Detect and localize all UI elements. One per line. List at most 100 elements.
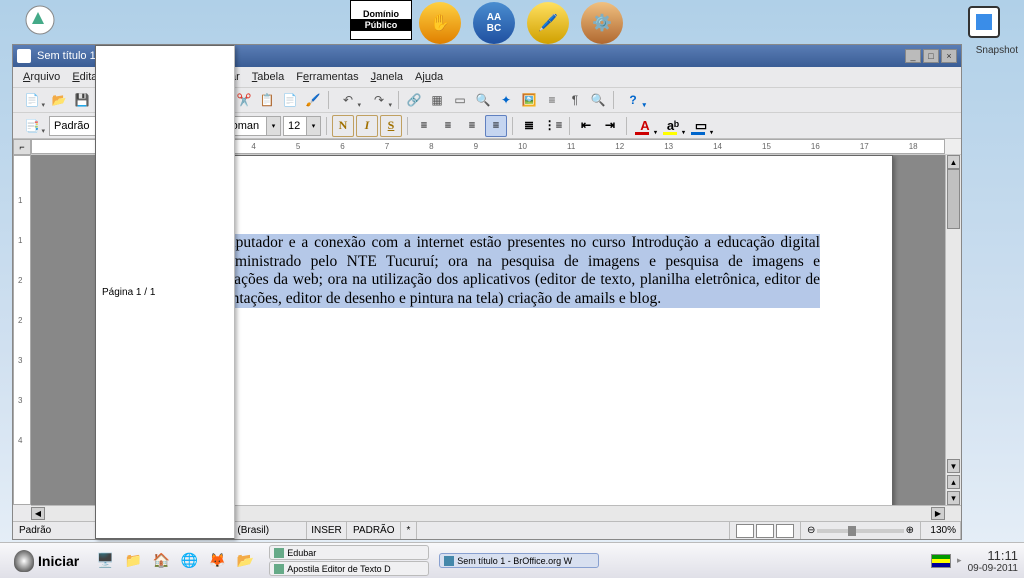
scroll-down-button[interactable]: ▼ — [947, 459, 960, 473]
gallery-button[interactable]: 🖼️ — [518, 89, 540, 111]
menu-arquivo[interactable]: Arquivo — [17, 69, 66, 85]
start-button[interactable]: Iniciar — [6, 548, 87, 574]
cut-button[interactable]: ✂️ — [233, 89, 255, 111]
nonprinting-button[interactable]: ¶ — [564, 89, 586, 111]
ql-files-icon[interactable]: 📁 — [121, 549, 145, 573]
datasources-button[interactable]: ≡ — [541, 89, 563, 111]
task-icon — [274, 564, 284, 574]
scroll-thumb[interactable] — [947, 169, 960, 229]
view-multi-icon[interactable] — [756, 524, 774, 538]
dominio-publico-icon[interactable]: Domínio Público — [350, 0, 412, 40]
find-button[interactable]: 🔍 — [472, 89, 494, 111]
highlight-color-button[interactable]: aᵇ — [660, 115, 686, 137]
document-text-selection[interactable]: O computador e a conexão com a internet … — [192, 234, 820, 308]
dominio-text-top: Domínio — [363, 9, 399, 19]
menu-ferramentas[interactable]: Ferramentas — [290, 69, 364, 85]
zoom-out-icon[interactable]: ⊖ — [807, 525, 815, 536]
tux-icon — [14, 550, 34, 572]
underline-button[interactable]: S — [380, 115, 402, 137]
status-zoom-percent[interactable]: 130% — [921, 522, 961, 539]
show-draw-button[interactable]: ▭ — [449, 89, 471, 111]
task-icon — [274, 548, 284, 558]
navigator-button[interactable]: ✦ — [495, 89, 517, 111]
tray-expand-icon[interactable]: ▸ — [957, 555, 962, 566]
background-color-button[interactable]: ▭ — [688, 115, 714, 137]
task-apostila[interactable]: Apostila Editor de Texto D — [269, 561, 429, 576]
zoom-button[interactable]: 🔍 — [587, 89, 609, 111]
status-selection-mode[interactable]: PADRÃO — [347, 522, 401, 539]
format-paintbrush-button[interactable]: 🖌️ — [302, 89, 324, 111]
scroll-up-button[interactable]: ▲ — [947, 155, 960, 169]
numbering-button[interactable]: ≣ — [518, 115, 540, 137]
task-broffice[interactable]: Sem título 1 - BrOffice.org W — [439, 553, 599, 568]
dominio-text-bot: Público — [351, 19, 411, 31]
close-button[interactable]: × — [941, 49, 957, 63]
vertical-scrollbar[interactable]: ▲ ▼ ▴ ▾ — [945, 155, 961, 505]
font-color-button[interactable]: A — [632, 115, 658, 137]
status-bar: Página 1 / 1 Padrão Português (Brasil) I… — [13, 521, 961, 539]
launcher-icon-3[interactable]: 🖊️ — [527, 2, 569, 44]
snapshot-icon[interactable] — [968, 6, 1000, 38]
view-single-icon[interactable] — [736, 524, 754, 538]
launcher-icon-4[interactable]: ⚙️ — [581, 2, 623, 44]
status-modified[interactable]: * — [401, 522, 417, 539]
font-size-combo[interactable]: 12▾ — [283, 116, 321, 136]
desktop-app-icon[interactable] — [24, 4, 56, 36]
maximize-button[interactable]: □ — [923, 49, 939, 63]
status-page[interactable]: Página 1 / 1 — [95, 45, 235, 539]
scroll-left-button[interactable]: ◀ — [31, 507, 45, 520]
status-view-layout[interactable] — [730, 522, 801, 539]
styles-button[interactable]: 📑 — [17, 115, 47, 137]
italic-button[interactable]: I — [356, 115, 378, 137]
view-book-icon[interactable] — [776, 524, 794, 538]
next-page-button[interactable]: ▾ — [947, 491, 960, 505]
status-insert[interactable]: INSER — [307, 522, 347, 539]
bold-button[interactable]: N — [332, 115, 354, 137]
hyperlink-button[interactable]: 🔗 — [403, 89, 425, 111]
document-icon — [17, 49, 31, 63]
new-button[interactable]: 📄 — [17, 89, 47, 111]
status-zoom-slider[interactable]: ⊖ ⊕ — [801, 522, 921, 539]
menu-janela[interactable]: Janela — [365, 69, 409, 85]
tray-clock[interactable]: 11:11 09-09-2011 — [968, 548, 1018, 574]
save-button[interactable]: 💾 — [71, 89, 93, 111]
help-button[interactable]: ? — [618, 89, 648, 111]
task-edubar[interactable]: Edubar — [269, 545, 429, 560]
ql-desktop-icon[interactable]: 🖥️ — [93, 549, 117, 573]
launcher-icon-2[interactable]: AABC — [473, 2, 515, 44]
increase-indent-button[interactable]: ⇥ — [599, 115, 621, 137]
minimize-button[interactable]: _ — [905, 49, 921, 63]
writer-window: Sem título 1 - BrOffice.org Writer _ □ ×… — [12, 44, 962, 540]
align-justify-button[interactable]: ≡ — [485, 115, 507, 137]
ql-folder-icon[interactable]: 📂 — [233, 549, 257, 573]
bullets-button[interactable]: ⋮≡ — [542, 115, 564, 137]
zoom-in-icon[interactable]: ⊕ — [906, 525, 914, 536]
zoom-slider[interactable] — [817, 529, 903, 533]
open-button[interactable]: 📂 — [48, 89, 70, 111]
ql-firefox-icon[interactable]: 🦊 — [205, 549, 229, 573]
desktop-launcher-row: Domínio Público ✋ AABC 🖊️ ⚙️ — [350, 0, 628, 45]
copy-button[interactable]: 📋 — [256, 89, 278, 111]
taskbar-group-1: Edubar Apostila Editor de Texto D — [269, 545, 429, 576]
status-spacer — [417, 522, 730, 539]
vertical-ruler[interactable]: 1122334 — [13, 155, 31, 505]
paste-button[interactable]: 📄 — [279, 89, 301, 111]
menu-ajuda[interactable]: Ajuda — [409, 69, 449, 85]
menu-tabela[interactable]: Tabela — [246, 69, 290, 85]
table-button[interactable]: ▦ — [426, 89, 448, 111]
prev-page-button[interactable]: ▴ — [947, 475, 960, 489]
undo-button[interactable]: ↶ — [333, 89, 363, 111]
decrease-indent-button[interactable]: ⇤ — [575, 115, 597, 137]
align-center-button[interactable]: ≡ — [437, 115, 459, 137]
launcher-icon-1[interactable]: ✋ — [419, 2, 461, 44]
redo-button[interactable]: ↷ — [364, 89, 394, 111]
taskbar-group-2: Sem título 1 - BrOffice.org W — [439, 553, 599, 568]
ruler-corner: ⌐ — [13, 139, 31, 155]
task-icon — [444, 556, 454, 566]
align-left-button[interactable]: ≡ — [413, 115, 435, 137]
align-right-button[interactable]: ≡ — [461, 115, 483, 137]
keyboard-layout-icon[interactable] — [931, 554, 951, 568]
ql-home-icon[interactable]: 🏠 — [149, 549, 173, 573]
scroll-right-button[interactable]: ▶ — [931, 507, 945, 520]
ql-browser-icon[interactable]: 🌐 — [177, 549, 201, 573]
